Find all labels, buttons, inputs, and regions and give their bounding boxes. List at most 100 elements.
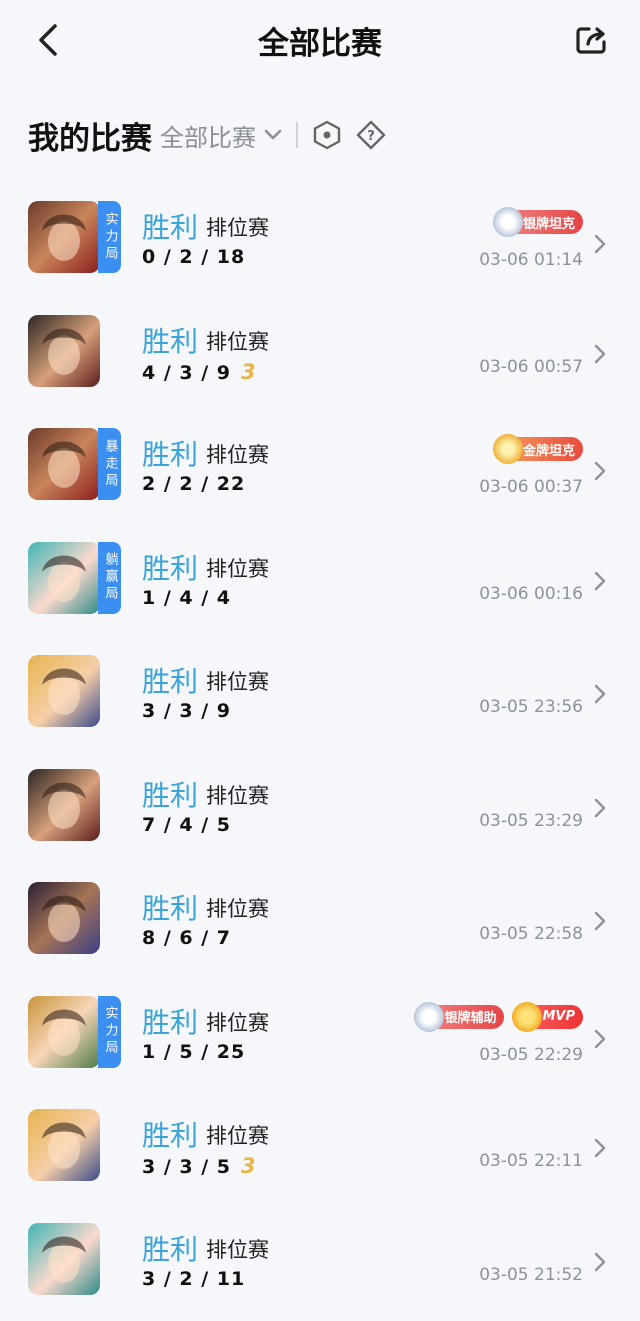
honor-badge-label: 银牌坦克 [522,216,575,232]
honor-badge: 金牌坦克 [492,434,583,464]
hero-avatar [28,768,100,841]
hero-avatar [28,541,100,614]
help-button[interactable]: ? [356,120,386,150]
match-type: 排位赛 [206,556,269,581]
kda-value: 8 / 6 / 7 [142,927,231,949]
match-row[interactable]: 躺赢局 胜利 排位赛 1 / 4 / 4 03-06 00:16 [0,509,640,623]
chevron-right-icon [594,684,606,704]
match-time: 03-06 00:57 [479,356,583,377]
match-row[interactable]: 胜利 排位赛 3 / 2 / 11 03-05 21:52 [0,1190,640,1304]
match-result: 胜利 [142,1005,199,1039]
divider [296,122,298,148]
share-button[interactable] [572,20,612,60]
hero-avatar-wrap: 实力局 [28,201,121,273]
match-time: 03-05 22:29 [479,1044,583,1065]
match-row[interactable]: 胜利 排位赛 4 / 3 / 9 3 03-06 00:57 [0,282,640,396]
diamond-help-icon: ? [356,120,386,150]
match-result: 胜利 [142,665,199,698]
kda-value: 3 / 3 / 5 [142,1156,231,1178]
hero-avatar-wrap [28,882,121,954]
hero-avatar [28,1222,100,1295]
kda-value: 2 / 2 / 22 [142,473,246,495]
hero-avatar [28,428,100,500]
match-time: 03-05 22:11 [479,1151,583,1171]
match-result: 胜利 [142,324,199,358]
kda: 2 / 2 / 22 [142,473,245,495]
page-title: 全部比赛 [258,26,382,62]
medal-icon [492,434,523,464]
match-time: 03-06 00:16 [479,583,583,604]
honor-badge-label: 金牌坦克 [522,443,575,459]
mode-tag: 躺赢局 [98,541,121,614]
triple-kill-badge: 3 [241,1154,257,1178]
chevron-right-icon [594,461,606,481]
chevron-right-icon [594,911,606,931]
chevron-right-icon [594,571,606,590]
match-row[interactable]: 胜利 排位赛 3 / 3 / 5 3 03-05 22:11 [0,1076,640,1190]
chevron-down-icon [264,129,282,140]
hero-avatar [28,995,100,1068]
honor-badge-label: 银牌辅助 [444,1011,497,1026]
honor-badge: MVP [512,1001,583,1032]
match-time: 03-06 00:37 [479,477,583,497]
chevron-right-icon [594,1138,606,1158]
match-type: 排位赛 [206,783,269,808]
hexagon-filter-button[interactable] [312,120,342,150]
match-type: 排位赛 [206,443,269,467]
hero-avatar-wrap [28,655,121,727]
kda: 8 / 6 / 7 [142,927,231,949]
match-time: 03-05 21:52 [479,1264,583,1285]
match-row[interactable]: 胜利 排位赛 7 / 4 / 5 03-05 23:29 [0,736,640,850]
match-list: 实力局 胜利 排位赛 0 / 2 / 18 银牌坦克 03-06 01:14 胜利 排位赛 4 … [0,168,640,1303]
match-time: 03-05 23:29 [479,810,583,831]
mode-tag: 暴走局 [98,428,121,500]
chevron-right-icon [594,344,606,363]
top-bar: 全部比赛 [0,0,640,80]
hexagon-filter-icon [313,120,341,150]
match-result: 胜利 [142,1119,199,1152]
hero-avatar-wrap [28,1109,121,1181]
hero-avatar-wrap [28,1222,121,1295]
match-row[interactable]: 实力局 胜利 排位赛 1 / 5 / 25 银牌辅助 MVP 03-05 22:29 [0,963,640,1077]
match-time: 03-05 23:56 [479,697,583,717]
match-row[interactable]: 实力局 胜利 排位赛 0 / 2 / 18 银牌坦克 03-06 01:14 [0,168,640,282]
chevron-right-icon [594,1252,606,1271]
match-type: 排位赛 [206,670,269,694]
kda: 0 / 2 / 18 [142,246,245,268]
mode-tag: 实力局 [98,201,121,273]
kda: 1 / 5 / 25 [142,1041,245,1063]
chevron-right-icon [594,798,606,817]
match-row[interactable]: 胜利 排位赛 3 / 3 / 9 03-05 23:56 [0,622,640,736]
match-type: 排位赛 [206,1237,269,1262]
chevron-right-icon [594,234,606,254]
hero-avatar [28,201,100,273]
match-row[interactable]: 胜利 排位赛 8 / 6 / 7 03-05 22:58 [0,849,640,963]
kda: 3 / 3 / 5 3 [142,1154,257,1178]
hero-avatar [28,655,100,727]
match-time: 03-05 22:58 [479,924,583,944]
hero-avatar [28,882,100,954]
kda-value: 3 / 3 / 9 [142,700,231,722]
mode-tag: 实力局 [98,995,121,1068]
match-result: 胜利 [142,438,199,471]
kda-value: 3 / 2 / 11 [142,1267,246,1290]
kda-value: 7 / 4 / 5 [142,813,231,836]
hero-avatar-wrap: 暴走局 [28,428,121,500]
honor-badge: 银牌坦克 [492,207,583,237]
honor-badges: 银牌坦克 [492,207,583,237]
section-title: 我的比赛 [28,120,152,157]
hero-avatar [28,314,100,387]
kda: 7 / 4 / 5 [142,814,231,836]
kda-value: 1 / 4 / 4 [142,586,231,609]
match-row[interactable]: 暴走局 胜利 排位赛 2 / 2 / 22 金牌坦克 03-06 00:37 [0,395,640,509]
hero-avatar-wrap [28,768,121,841]
match-filter-dropdown[interactable]: 全部比赛 [160,118,282,153]
chevron-right-icon [594,1029,606,1048]
hero-avatar-wrap [28,314,121,387]
match-type: 排位赛 [206,216,269,240]
hero-avatar [28,1109,100,1181]
share-icon [576,27,606,54]
filter-selected-label: 全部比赛 [160,123,256,152]
medal-icon [512,1001,543,1032]
match-result: 胜利 [142,1232,199,1266]
